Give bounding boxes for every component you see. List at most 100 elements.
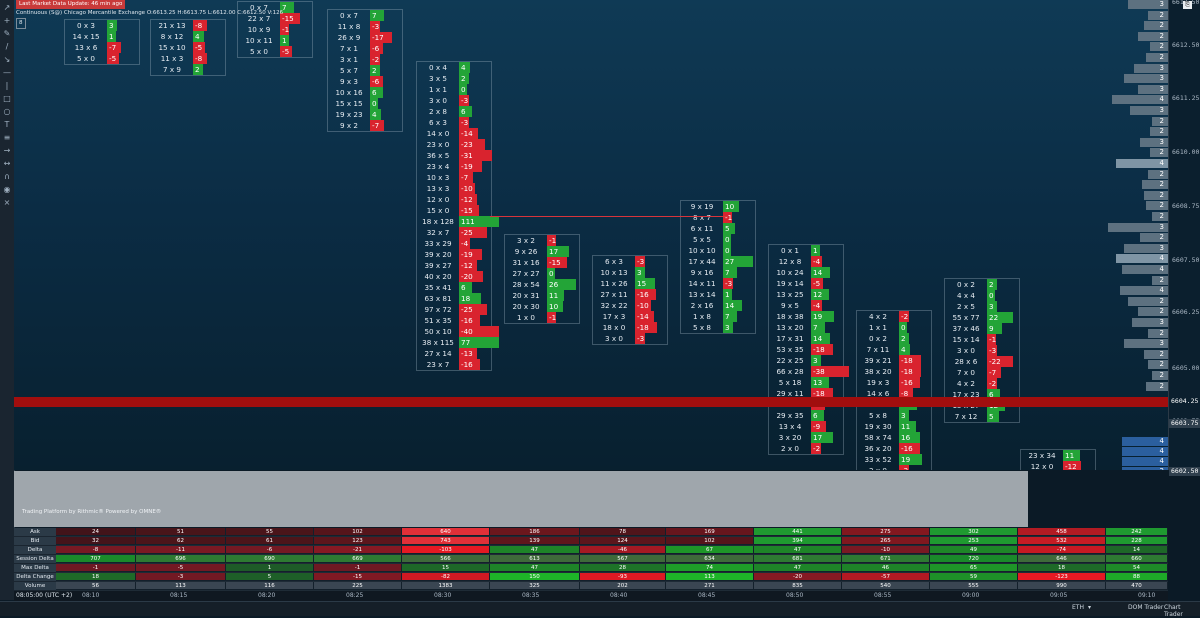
chevron-down-icon[interactable]: ▾ (1088, 604, 1091, 611)
volume-profile-bar: 4 (1116, 159, 1168, 168)
footprint-row: 4 x 2 -2 (945, 378, 1019, 389)
delta-cell: -5 (193, 42, 205, 53)
footprint-row: 13 x 14 1 (681, 289, 755, 300)
footprint-row: 28 x 6 -22 (945, 356, 1019, 367)
text-icon[interactable]: T (1, 119, 13, 130)
pointer-icon[interactable]: ↗ (1, 2, 13, 13)
stat-cell: 1383 (402, 582, 490, 590)
bid-ask-cell: 38 x 20 (864, 367, 892, 376)
stat-cell: -93 (580, 573, 666, 581)
bid-ask-cell: 63 x 81 (424, 294, 452, 303)
chart-trader-button[interactable]: Chart Trader (1164, 604, 1200, 618)
footprint-row: 19 x 3 -16 (857, 377, 931, 388)
volume-profile-bar: 3 (1130, 106, 1168, 115)
bid-ask-cell: 1 x 1 (869, 323, 887, 332)
export-icon[interactable]: ⎘ (1183, 1, 1192, 9)
delta-cell: -3 (987, 345, 998, 356)
bid-ask-cell: 12 x 0 (1030, 462, 1054, 470)
magnet-icon[interactable]: ∩ (1, 171, 13, 182)
bid-ask-cell: 97 x 72 (424, 305, 452, 314)
dom-level[interactable]: 2 (1122, 467, 1168, 470)
volume-profile-bar: 2 (1138, 31, 1168, 41)
horizontal-line-icon[interactable]: — (1, 67, 13, 78)
delta-cell: -31 (459, 150, 492, 161)
delta-cell: 11 (547, 290, 564, 301)
price-band-highlight (14, 397, 1168, 407)
dom-level[interactable]: 4 (1122, 457, 1168, 466)
arrow-icon[interactable]: → (1, 145, 13, 156)
delta-cell: -18 (899, 355, 922, 366)
bid-ask-cell: 13 x 6 (74, 43, 98, 52)
dom-level[interactable]: 4 (1122, 447, 1168, 456)
footprint-row: 11 x 3 -8 (151, 53, 225, 64)
stat-label: Delta Change (14, 573, 56, 582)
footprint-row: 9 x 19 10 (681, 201, 755, 212)
line-icon[interactable]: / (1, 41, 13, 52)
stat-row: Ask 24 51 55 102 640 186 78 169 441 275 302 458 242 (14, 528, 1168, 537)
bid-ask-cell: 9 x 16 (690, 268, 714, 277)
footprint-row: 1 x 1 0 (857, 322, 931, 333)
price-tick: 6607.50 (1172, 256, 1200, 264)
delta-cell: 3 (987, 301, 998, 312)
eye-icon[interactable]: ◉ (1, 184, 13, 195)
bid-ask-cell: 7 x 1 (340, 44, 358, 53)
stat-cell: 640 (402, 528, 490, 536)
bar-08-50: 0 x 1 1 12 x 8 -4 10 x 24 14 19 x 14 -5 13 x 25 1… (768, 244, 850, 455)
time-axis[interactable]: 08:05:00 (UTC +2) 08:10 08:15 08:20 08:25 08… (14, 591, 1168, 601)
delta-cell: -38 (811, 366, 850, 377)
delta-cell: -1 (723, 212, 733, 223)
ray-icon[interactable]: ↘ (1, 54, 13, 65)
bid-ask-cell: 11 x 8 (337, 22, 361, 31)
bid-ask-cell: 31 x 16 (512, 258, 540, 267)
dom-trader-button[interactable]: DOM Trader (1128, 604, 1163, 611)
pencil-icon[interactable]: ✎ (1, 28, 13, 39)
bid-ask-cell: 37 x 46 (952, 324, 980, 333)
footprint-row: 3 x 2 -1 (505, 235, 579, 246)
footprint-row: 3 x 0 -3 (593, 333, 667, 344)
bid-ask-cell: 3 x 0 (429, 96, 447, 105)
footprint-row: 27 x 11 -16 (593, 289, 667, 300)
instrument-info: Continuous (S@) Chicago Mercantile Excha… (16, 10, 284, 16)
delta-cell: 2 (987, 279, 997, 290)
delta-cell: 77 (459, 337, 499, 348)
bid-ask-cell: 10 x 13 (600, 268, 628, 277)
footprint-row: 33 x 52 19 (857, 454, 931, 465)
delta-cell: 0 (370, 98, 378, 109)
bid-ask-cell: 28 x 6 (954, 357, 978, 366)
bid-ask-cell: 36 x 5 (426, 151, 450, 160)
lower-shaded-zone (14, 471, 1028, 527)
stat-cell: 990 (1018, 582, 1106, 590)
ellipse-icon[interactable]: ○ (1, 106, 13, 117)
bid-ask-cell: 2 x 16 (690, 301, 714, 310)
session-selector[interactable]: ETH (1072, 604, 1084, 611)
delta-cell: -5 (811, 278, 823, 289)
ruler-icon[interactable]: ↔ (1, 158, 13, 169)
trash-icon[interactable]: × (1, 197, 13, 208)
stat-cell: 696 (136, 555, 226, 563)
vertical-line-icon[interactable]: | (1, 80, 13, 91)
bid-ask-cell: 3 x 1 (340, 55, 358, 64)
dom-level[interactable]: 4 (1122, 437, 1168, 446)
volume-profile-bar: 3 (1108, 222, 1168, 232)
delta-cell: 7 (370, 10, 384, 21)
price-tick: 6610.00 (1172, 148, 1200, 156)
stat-cell: 88 (1106, 573, 1168, 581)
crosshair-icon[interactable]: + (1, 15, 13, 26)
volume-profile-bar: 2 (1138, 307, 1168, 317)
footprint-row: 14 x 15 1 (65, 31, 139, 42)
bid-ask-cell: 0 x 1 (781, 246, 799, 255)
footprint-row: 23 x 4 -19 (417, 161, 491, 172)
stat-cell: 634 (666, 555, 754, 563)
fibonacci-icon[interactable]: ≡ (1, 132, 13, 143)
stat-cell: 102 (666, 537, 754, 545)
volume-profile-bar: 3 (1124, 339, 1168, 349)
bar-type-selector[interactable]: 8 (16, 18, 26, 29)
footprint-row: 32 x 22 -10 (593, 300, 667, 311)
delta-cell: -1 (547, 235, 557, 246)
price-axis[interactable]: 6613.506612.506611.256610.006608.756607.… (1168, 0, 1200, 476)
bid-ask-cell: 10 x 16 (335, 88, 363, 97)
time-tick: 08:25 (346, 592, 364, 599)
rectangle-icon[interactable]: □ (1, 93, 13, 104)
delta-cell: 6 (459, 106, 472, 117)
volume-profile-bar: 2 (1148, 328, 1168, 338)
